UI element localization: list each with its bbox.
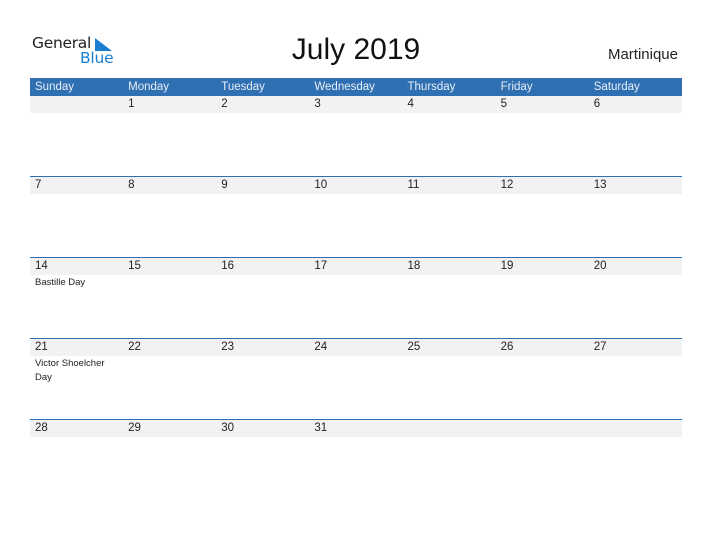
week-row: 14 15 16 17 18 19 20 Bastille Day <box>30 256 682 339</box>
holiday-label <box>123 113 216 114</box>
holiday-label <box>216 356 309 385</box>
day-number: 27 <box>593 340 607 353</box>
holiday-label <box>589 113 682 114</box>
day-number: 21 <box>35 340 48 353</box>
holiday-label <box>123 437 216 438</box>
week-row: 21 22 23 24 25 26 27 Victor Shoelcher Day <box>30 337 682 420</box>
weekday-wednesday: Wednesday <box>314 81 375 93</box>
calendar-grid: Sunday Monday Tuesday Wednesday Thursday… <box>30 78 682 437</box>
day-number: 29 <box>128 421 141 434</box>
holiday-label <box>216 194 309 195</box>
holiday-label <box>403 275 496 290</box>
holiday-label <box>403 194 496 195</box>
weekday-friday: Friday <box>500 81 533 93</box>
holiday-label <box>309 437 402 438</box>
events-row: Victor Shoelcher Day <box>30 356 682 385</box>
day-number: 24 <box>314 340 328 353</box>
day-number <box>496 420 589 437</box>
day-number: 2 <box>221 98 228 110</box>
day-number: 30 <box>221 421 235 434</box>
holiday-label: Bastille Day <box>35 276 86 288</box>
holiday-label <box>589 275 682 290</box>
holiday-label <box>309 194 402 195</box>
day-number: 26 <box>500 340 514 353</box>
holiday-label <box>496 437 589 438</box>
weekday-saturday: Saturday <box>593 81 640 93</box>
holiday-label <box>30 437 123 438</box>
weekday-tuesday: Tuesday <box>221 81 265 93</box>
day-number: 20 <box>593 259 607 272</box>
day-number <box>403 420 496 437</box>
events-row <box>30 194 682 195</box>
day-number: 16 <box>221 259 235 272</box>
holiday-label <box>403 356 496 385</box>
day-number: 3 <box>314 98 321 110</box>
holiday-label <box>496 113 589 114</box>
holiday-label <box>309 356 402 385</box>
holiday-label <box>589 194 682 195</box>
holiday-label <box>309 113 402 114</box>
day-number: 17 <box>314 259 328 272</box>
day-number: 31 <box>314 421 328 434</box>
week-row: 7 8 9 10 11 12 13 <box>30 175 682 258</box>
day-number: 18 <box>407 259 421 272</box>
events-row: Bastille Day <box>30 275 682 290</box>
day-number: 11 <box>407 178 420 191</box>
weekday-sunday: Sunday <box>35 81 75 93</box>
day-number: 8 <box>128 178 135 191</box>
week-row: 28 29 30 31 <box>30 418 682 501</box>
holiday-label <box>589 437 682 438</box>
day-number: 13 <box>593 178 607 191</box>
holiday-label <box>496 194 589 195</box>
events-row <box>30 437 682 438</box>
day-number: 22 <box>128 340 141 353</box>
day-number: 19 <box>500 259 514 272</box>
weekday-monday: Monday <box>128 81 170 93</box>
holiday-label <box>30 113 123 114</box>
day-number: 4 <box>407 98 414 110</box>
holiday-label <box>496 356 589 385</box>
holiday-label <box>123 356 216 385</box>
day-number: 28 <box>35 421 48 434</box>
holiday-label <box>123 275 216 290</box>
holiday-label <box>589 356 682 385</box>
holiday-label <box>403 437 496 438</box>
day-number <box>589 420 682 437</box>
holiday-label <box>216 113 309 114</box>
holiday-label <box>123 194 216 195</box>
holiday-label <box>496 275 589 290</box>
calendar-title: July 2019 <box>291 33 421 66</box>
holiday-label <box>309 275 402 290</box>
date-strip: 21 22 23 24 25 26 27 <box>30 338 682 356</box>
day-number: 1 <box>128 98 135 110</box>
date-strip: 28 29 30 31 <box>30 419 682 437</box>
day-number: 15 <box>128 259 141 272</box>
events-row <box>30 113 682 114</box>
country-label: Martinique <box>607 46 678 63</box>
day-number: 5 <box>500 98 508 110</box>
day-number: 7 <box>35 178 42 191</box>
week-row: 1 2 3 4 5 6 <box>30 96 682 177</box>
date-strip: 7 8 9 10 11 12 13 <box>30 176 682 194</box>
holiday-label <box>216 275 309 290</box>
day-number <box>30 96 123 113</box>
holiday-label: Victor Shoelcher Day <box>35 357 105 383</box>
weekday-header: Sunday Monday Tuesday Wednesday Thursday… <box>30 78 682 96</box>
holiday-label <box>403 113 496 114</box>
day-number: 6 <box>593 98 601 110</box>
day-number: 9 <box>221 178 228 191</box>
date-strip: 1 2 3 4 5 6 <box>30 96 682 113</box>
day-number: 10 <box>314 178 328 191</box>
day-number: 12 <box>500 178 514 191</box>
day-number: 25 <box>407 340 421 353</box>
date-strip: 14 15 16 17 18 19 20 <box>30 257 682 275</box>
day-number: 23 <box>221 340 235 353</box>
holiday-label <box>30 194 123 195</box>
weekday-thursday: Thursday <box>407 81 456 93</box>
day-number: 14 <box>35 259 48 272</box>
holiday-label <box>216 437 309 438</box>
